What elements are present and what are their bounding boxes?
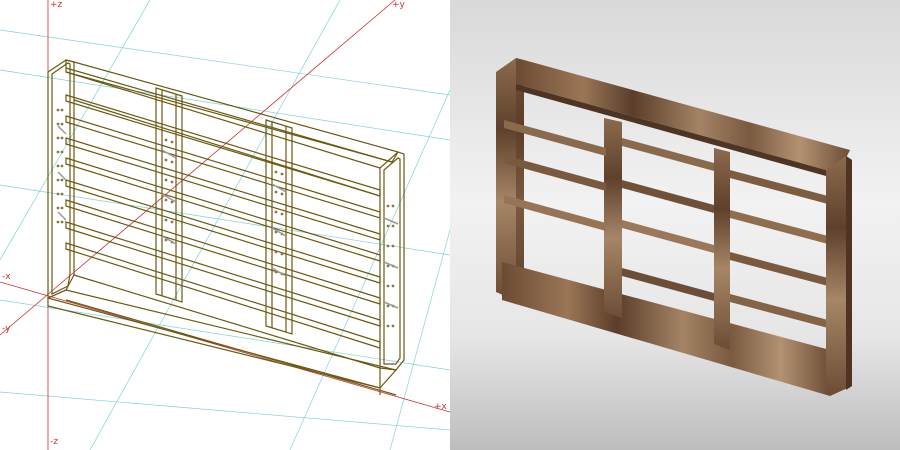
axis-label-pos-z: +z [50,0,63,10]
bookshelf-render [496,58,852,396]
connector-marks [57,125,399,309]
divider-right [714,148,730,350]
split-view: +z +y -x -y +x -z [0,0,900,450]
x-axis [0,281,450,413]
axis-label-neg-y: -y [2,324,11,334]
wireframe-viewport[interactable]: +z +y -x -y +x -z [0,0,450,450]
axis-label-pos-y: +y [392,0,405,10]
axis-lines [0,0,450,450]
axis-label-neg-x: -x [2,272,11,282]
wireframe-canvas [0,0,450,450]
render-canvas [496,58,852,400]
axis-label-neg-z: -z [50,437,58,447]
shelf-pin-holes [56,108,395,328]
render-viewport[interactable] [450,0,900,450]
top-board [516,58,850,170]
bookshelf-wireframe [47,59,405,396]
axis-label-pos-x: +x [434,402,447,412]
grid-lines [0,0,450,450]
divider-left [604,118,622,318]
